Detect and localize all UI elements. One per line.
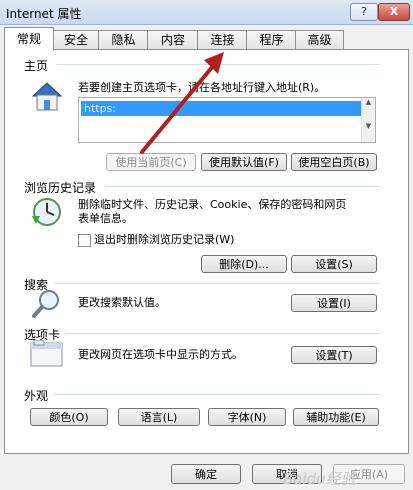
tab-general[interactable]: 常规 (4, 27, 54, 51)
tab-programs[interactable]: 程序 (246, 30, 297, 50)
section-divider (54, 283, 380, 284)
tab-advanced[interactable]: 高级 (295, 30, 344, 50)
tabs-window-icon (30, 340, 63, 367)
delete-on-exit-checkbox[interactable] (78, 234, 91, 247)
history-settings-button[interactable]: 设置(S) (291, 255, 377, 273)
delete-on-exit-label: 退出时删除浏览历史记录(W) (94, 233, 235, 246)
search-description: 更改搜索默认值。 (78, 296, 166, 309)
accessibility-button[interactable]: 辅助功能(E) (293, 408, 379, 426)
homepage-scrollbar[interactable]: ▲ ▼ (361, 98, 375, 142)
section-divider (66, 333, 380, 334)
watermark: Baidu经验 (283, 470, 356, 488)
ok-button[interactable]: 确定 (171, 464, 241, 484)
fonts-button[interactable]: 字体(N) (208, 408, 286, 426)
section-title-appearance: 外观 (24, 389, 49, 403)
tab-security[interactable]: 安全 (52, 30, 100, 50)
languages-button[interactable]: 语言(L) (118, 408, 200, 426)
history-clock-icon (32, 198, 61, 226)
section-divider (106, 186, 380, 187)
section-title-homepage: 主页 (24, 59, 49, 73)
history-description-line1: 删除临时文件、历史记录、Cookie、保存的密码和网页 (78, 198, 347, 211)
annotation-arrow-icon (140, 52, 224, 154)
delete-history-button[interactable]: 删除(D)... (201, 255, 287, 273)
colors-button[interactable]: 颜色(O) (30, 408, 108, 426)
tabs-settings-button[interactable]: 设置(T) (291, 346, 377, 364)
help-button[interactable]: ? (350, 3, 378, 21)
close-button[interactable]: X (378, 3, 410, 21)
section-title-history: 浏览历史记录 (24, 181, 97, 195)
section-divider (54, 394, 380, 395)
search-settings-button[interactable]: 设置(I) (291, 294, 377, 312)
use-blank-button[interactable]: 使用空白页(B) (291, 153, 377, 171)
magnifier-icon (32, 290, 59, 318)
history-description-line2: 表单信息。 (78, 212, 133, 225)
tabs-description: 更改网页在选项卡中显示的方式。 (78, 348, 243, 361)
window-title: Internet 属性 (6, 7, 82, 21)
home-icon (31, 82, 63, 111)
